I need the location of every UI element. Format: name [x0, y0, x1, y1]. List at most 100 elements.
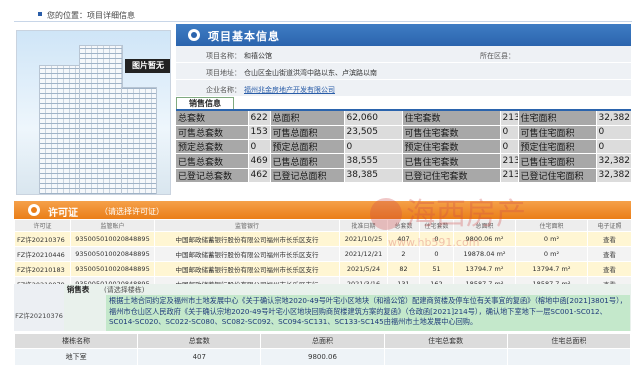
sales-row: 已登记总套数 462 已登记总面积 38,385 已登记住宅套数 213 已登记住宅面积 32… [176, 168, 632, 183]
project-address-label: 项目地址： [206, 69, 241, 77]
permit-number[interactable]: FZ许20210446 [14, 246, 71, 262]
sales-metric-label: 住宅套数 [402, 111, 501, 126]
permit-section-hint: （请选择许可证） [100, 207, 164, 216]
sales-table-description: 根据土地合同约定及福州市土地发展中心《关于确认宗地2020-49号叶宅小区地块（… [106, 295, 630, 331]
sales-metric-value: 23,505 [344, 125, 403, 141]
sales-metric-label: 已登记总套数 [176, 168, 249, 183]
tab-sales-table[interactable]: 销售表 [64, 284, 92, 295]
sales-metric-value: 622 [248, 111, 271, 126]
sales-metric-label: 可售总套数 [176, 125, 249, 141]
sales-row: 可售总套数 153 可售总面积 23,505 可售住宅套数 0 可售住宅面积 0 [176, 125, 632, 141]
sales-metric-label: 可售住宅面积 [518, 125, 597, 141]
permit-cell: 935005010020848895 [70, 231, 155, 247]
sales-metric-label: 已售总面积 [270, 153, 345, 169]
building-column-header: 总面积 [260, 333, 385, 349]
sales-table-hint: (请选择楼栋) [104, 286, 145, 294]
sales-metric-label: 总面积 [270, 111, 345, 126]
building-cell [383, 348, 508, 366]
sales-metric-value: 213 [500, 168, 519, 183]
sales-metric-value: 462 [248, 168, 271, 183]
sales-row: 预定总套数 0 预定总面积 0 预定住宅套数 0 预定住宅面积 0 [176, 139, 632, 155]
sales-row: 总套数 622 总面积 62,060 住宅套数 213 住宅面积 32,382 [176, 111, 632, 126]
building-table: 楼栋名称 总套数 总面积 住宅总套数 住宅总面积 地下室 407 9800.06 [13, 333, 632, 366]
sales-row: 已售总套数 469 已售总面积 38,555 已售住宅套数 213 已售住宅面积 32,382 [176, 153, 632, 169]
permit-cell: 2 [387, 246, 420, 262]
view-license-link[interactable]: 查看 [587, 261, 632, 277]
project-info-header: 项目基本信息 [176, 24, 631, 46]
sales-metric-value: 38,385 [344, 168, 403, 183]
building-illustration [121, 87, 157, 194]
company-row: 企业名称： 福州兆金房地产开发有限公司 [176, 80, 631, 97]
sales-metric-value: 0 [500, 139, 519, 155]
permit-column-header: 许可证 [14, 219, 71, 232]
permit-column-header: 总套数 [387, 219, 420, 232]
section-bullet-icon [188, 29, 200, 41]
sales-metric-value: 32,382 [596, 168, 632, 183]
permit-cell: 0 m² [515, 231, 588, 247]
company-link[interactable]: 福州兆金房地产开发有限公司 [244, 85, 335, 95]
permit-row[interactable]: FZ许20210183 935005010020848895 中国邮政储蓄银行股份有… [14, 261, 632, 277]
sales-metric-label: 已登记住宅套数 [402, 168, 501, 183]
sales-metric-label: 可售住宅套数 [402, 125, 501, 141]
sales-metric-value: 62,060 [344, 111, 403, 126]
permit-table: 许可证 监管账户 监管银行 批准日期 总套数 住宅套数 总面积 住宅面积 电子证照 FZ许202… [14, 219, 632, 292]
sales-metric-value: 0 [596, 125, 632, 141]
building-column-header: 总套数 [137, 333, 262, 349]
building-cell: 407 [137, 348, 262, 366]
permit-number[interactable]: FZ许20210183 [14, 261, 71, 277]
sales-metric-value: 213 [500, 153, 519, 169]
sales-metric-label: 已登记住宅面积 [518, 168, 597, 183]
permit-cell: 935005010020848895 [70, 246, 155, 262]
permit-column-header: 监管银行 [154, 219, 340, 232]
project-info-title: 项目基本信息 [208, 30, 280, 43]
permit-cell: 51 [419, 261, 454, 277]
permit-cell: 0 [419, 231, 454, 247]
sales-metric-value: 38,555 [344, 153, 403, 169]
sales-metric-value: 0 [596, 139, 632, 155]
breadcrumb-bullet-icon [38, 12, 42, 16]
project-name-label: 项目名称： [206, 52, 241, 60]
sales-metric-value: 153 [248, 125, 271, 141]
sales-metric-value: 32,382 [596, 153, 632, 169]
project-address-row: 项目地址： 仓山区金山街道洪湾中路以东、卢滨路以南 [176, 63, 631, 80]
permit-row[interactable]: FZ许20210376 935005010020848895 中国邮政储蓄银行股份有… [14, 231, 632, 247]
section-bullet-icon [28, 204, 40, 216]
sales-metric-label: 已售总套数 [176, 153, 249, 169]
permit-cell: 407 [387, 231, 420, 247]
building-illustration [79, 45, 123, 194]
permit-cell: 0 [419, 246, 454, 262]
permit-section-header: 许可证 （请选择许可证） [14, 201, 631, 219]
building-name[interactable]: 地下室 [13, 348, 139, 366]
permit-cell: 9800.06 m² [453, 231, 516, 247]
permit-column-header: 电子证照 [587, 219, 632, 232]
permit-cell: 19878.04 m² [453, 246, 516, 262]
permit-cell: 935005010020848895 [70, 261, 155, 277]
building-column-header: 楼栋名称 [13, 333, 139, 349]
permit-cell: 13794.7 m² [453, 261, 516, 277]
sales-info-table: 总套数 622 总面积 62,060 住宅套数 213 住宅面积 32,382 可售总套数 153… [176, 111, 632, 183]
permit-cell: 中国邮政储蓄银行股份有限公司福州市长乐区支行 [154, 261, 340, 277]
company-label: 企业名称： [206, 86, 241, 94]
building-row[interactable]: 地下室 407 9800.06 [13, 348, 632, 366]
view-license-link[interactable]: 查看 [587, 246, 632, 262]
sales-metric-label: 预定住宅套数 [402, 139, 501, 155]
permit-row[interactable]: FZ许20210446 935005010020848895 中国邮政储蓄银行股份有… [14, 246, 632, 262]
permit-number[interactable]: FZ许20210376 [14, 231, 71, 247]
building-illustration [39, 65, 81, 194]
permit-column-header: 住宅套数 [419, 219, 454, 232]
sales-table-panel: FZ许20210376 销售表 (请选择楼栋) 根据土地合同约定及福州市土地发展… [14, 284, 631, 331]
sales-metric-label: 已售住宅面积 [518, 153, 597, 169]
permit-column-header: 住宅面积 [515, 219, 588, 232]
sales-metric-value: 0 [248, 139, 271, 155]
sales-metric-value: 0 [500, 125, 519, 141]
permit-cell: 2021/5/24 [339, 261, 388, 277]
building-column-header: 住宅总套数 [383, 333, 508, 349]
sales-metric-label: 已登记总面积 [270, 168, 345, 183]
permit-cell: 82 [387, 261, 420, 277]
sales-metric-label: 预定住宅面积 [518, 139, 597, 155]
selected-permit-id: FZ许20210376 [14, 284, 64, 331]
permit-column-header: 批准日期 [339, 219, 388, 232]
permit-column-header: 监管账户 [70, 219, 155, 232]
view-license-link[interactable]: 查看 [587, 231, 632, 247]
project-name-value: 和禧公馆 [244, 52, 272, 60]
